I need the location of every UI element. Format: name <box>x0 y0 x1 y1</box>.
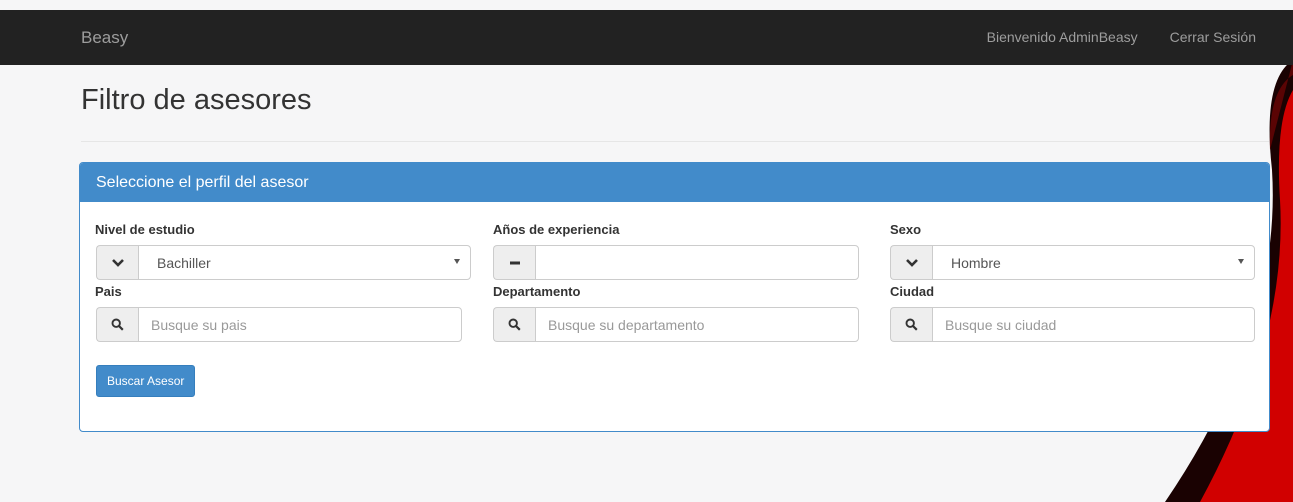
search-icon <box>890 307 932 342</box>
top-navbar: Beasy Bienvenido AdminBeasy Cerrar Sesió… <box>0 10 1293 65</box>
dropdown-caret-icon <box>454 259 460 264</box>
experiencia-group <box>493 245 859 280</box>
nivel-group: Bachiller <box>96 245 471 280</box>
chevron-down-icon <box>890 245 932 280</box>
filter-panel: Seleccione el perfil del asesor Nivel de… <box>79 162 1270 432</box>
pais-label: Pais <box>95 284 122 299</box>
experiencia-label: Años de experiencia <box>493 222 620 237</box>
ciudad-label: Ciudad <box>890 284 935 299</box>
sexo-group: Hombre <box>890 245 1255 280</box>
page-title: Filtro de asesores <box>81 84 312 116</box>
pais-group: Busque su pais <box>96 307 462 342</box>
search-icon <box>493 307 535 342</box>
nivel-select[interactable]: Bachiller <box>138 245 471 280</box>
nivel-label: Nivel de estudio <box>95 222 195 237</box>
welcome-link[interactable]: Bienvenido AdminBeasy <box>987 29 1138 45</box>
search-icon <box>96 307 138 342</box>
chevron-down-icon <box>96 245 138 280</box>
brand-link[interactable]: Beasy <box>81 28 128 48</box>
departamento-label: Departamento <box>493 284 581 299</box>
pais-input[interactable]: Busque su pais <box>138 307 462 342</box>
logout-link[interactable]: Cerrar Sesión <box>1170 29 1256 45</box>
minus-icon <box>493 245 535 280</box>
sexo-select-value: Hombre <box>951 254 1001 271</box>
ciudad-input[interactable]: Busque su ciudad <box>932 307 1255 342</box>
sexo-label: Sexo <box>890 222 922 237</box>
nivel-select-value: Bachiller <box>157 254 211 271</box>
navbar-right: Bienvenido AdminBeasy Cerrar Sesión <box>987 29 1256 45</box>
experiencia-input[interactable] <box>535 245 859 280</box>
search-advisor-button[interactable]: Buscar Asesor <box>96 365 196 397</box>
title-divider <box>81 141 1269 142</box>
ciudad-group: Busque su ciudad <box>890 307 1255 342</box>
sexo-select[interactable]: Hombre <box>932 245 1255 280</box>
departamento-group: Busque su departamento <box>493 307 859 342</box>
panel-heading: Seleccione el perfil del asesor <box>80 163 1269 202</box>
dropdown-caret-icon <box>1238 259 1244 264</box>
departamento-input[interactable]: Busque su departamento <box>535 307 859 342</box>
